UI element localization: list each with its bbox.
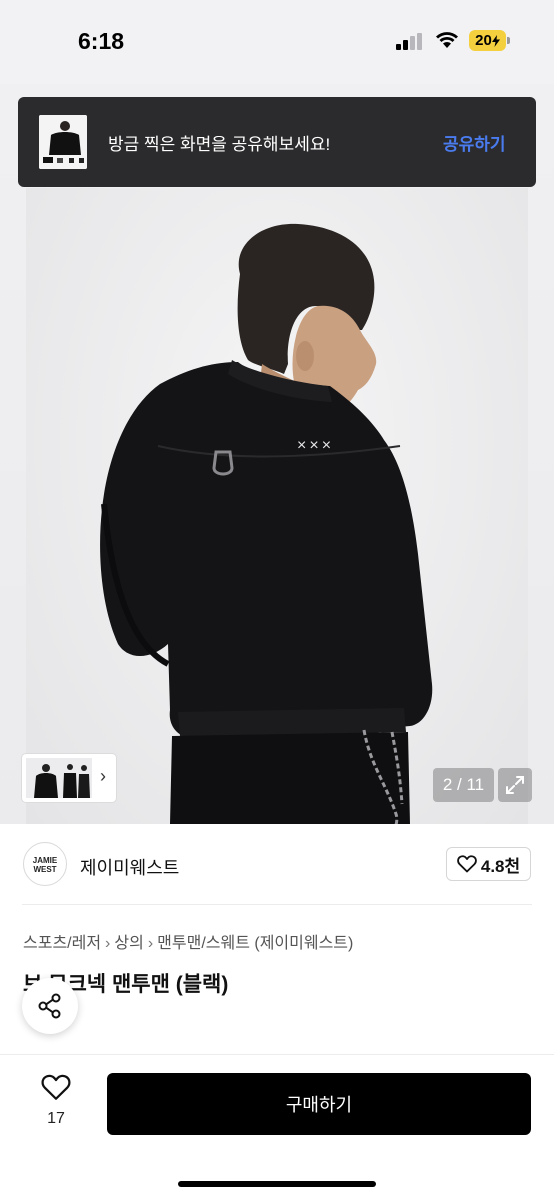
heart-icon [41,1074,71,1100]
screenshot-thumbnail [39,115,87,169]
share-button[interactable] [22,978,78,1034]
section-divider [22,904,532,905]
home-indicator [178,1181,376,1187]
share-icon [38,993,61,1019]
image-page-counter: 2 / 11 [433,768,494,802]
chevron-right-icon: › [147,935,154,952]
thumbnail-image [26,758,92,798]
shop-like-count: 4.8천 [480,856,521,876]
charging-bolt-icon [491,34,500,47]
svg-text:×××: ××× [297,437,334,454]
expand-image-button[interactable] [498,768,532,802]
wifi-icon [436,32,458,48]
product-photo: ××× [100,223,433,824]
status-bar: 6:18 20 [0,0,554,84]
toast-message: 방금 찍은 화면을 공유해보세요! [108,135,331,154]
battery-level: 20 [475,32,492,49]
breadcrumb-brand[interactable]: (제이미웨스트) [254,935,353,952]
breadcrumb-item-tops[interactable]: 상의 [114,935,143,952]
bottom-bar-divider [0,1054,554,1055]
shop-info-row: JAMIE WEST 제이미웨스트 4.8천 [0,824,554,904]
battery-tip [507,37,510,44]
product-image-gallery[interactable]: ××× › 2 / 11 [0,84,554,824]
breadcrumb: 스포츠/레저 › 상의 › 맨투맨/스웨트 (제이미웨스트) [23,929,353,953]
breadcrumb-item-sports[interactable]: 스포츠/레저 [23,935,101,952]
share-screenshot-toast: 방금 찍은 화면을 공유해보세요! 공유하기 [18,97,536,187]
wishlist-button[interactable]: 17 [30,1074,82,1134]
chevron-right-icon: › [100,766,106,786]
breadcrumb-item-sweatshirts[interactable]: 맨투맨/스웨트 [157,935,250,952]
chevron-right-icon: › [105,935,111,952]
battery-indicator: 20 [469,30,506,51]
share-action-button[interactable]: 공유하기 [443,130,506,155]
shop-like-button[interactable]: 4.8천 [446,847,531,881]
shop-logo[interactable]: JAMIE WEST [23,842,67,886]
expand-icon [506,776,524,794]
cellular-signal-icon [396,33,424,50]
wishlist-count: 17 [47,1110,65,1127]
buy-button[interactable]: 구매하기 [107,1073,531,1135]
thumbnail-strip[interactable]: › [22,754,116,802]
heart-icon [457,855,477,873]
shop-name[interactable]: 제이미웨스트 [80,854,179,880]
status-time: 6:18 [78,28,125,54]
